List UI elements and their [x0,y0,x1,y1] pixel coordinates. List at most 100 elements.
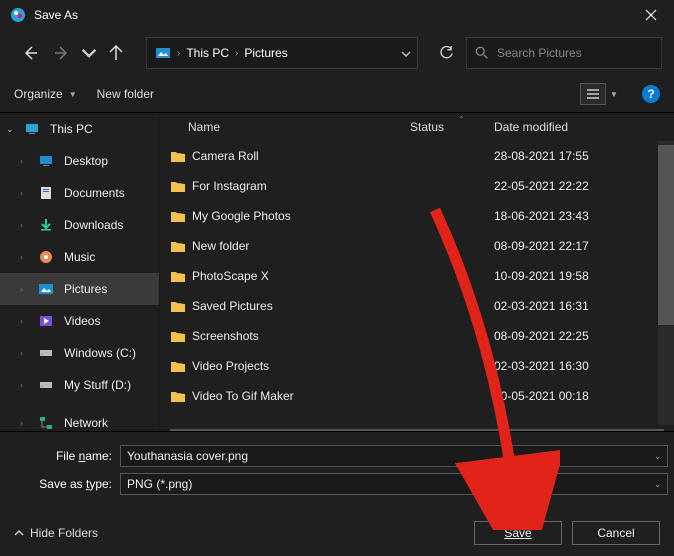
help-button[interactable]: ? [642,85,660,103]
file-list: Name ⌃ Status Date modified Camera Roll2… [160,113,674,431]
desktop-icon [38,153,54,169]
drive-icon [38,345,54,361]
filename-input[interactable]: Youthanasia cover.png ⌄ [120,445,668,467]
pictures-icon [38,281,54,297]
save-form: File name: Youthanasia cover.png ⌄ Save … [0,432,674,498]
tree-label: Music [64,250,95,264]
file-name: Video Projects [192,359,410,373]
file-name: New folder [192,239,410,253]
file-row[interactable]: Saved Pictures02-03-2021 16:31 [170,291,658,321]
column-date[interactable]: Date modified [494,120,674,134]
file-row[interactable]: Video Projects 02-03-2021 16:30 [170,351,658,381]
close-icon [645,9,657,21]
file-row[interactable]: Camera Roll28-08-2021 17:55 [170,141,658,171]
refresh-button[interactable] [430,37,462,69]
documents-icon [38,185,54,201]
folder-icon [170,389,192,403]
tree-item-documents[interactable]: › Documents [0,177,159,209]
hide-folders-label: Hide Folders [30,526,98,540]
tree-label: Videos [64,314,100,328]
tree-item-network[interactable]: › Network [0,407,159,431]
up-button[interactable] [102,39,130,67]
organize-menu[interactable]: Organize ▼ [14,87,77,101]
address-dropdown[interactable] [401,46,411,60]
savetype-value: PNG (*.png) [127,477,192,491]
tree-item-downloads[interactable]: ›Downloads [0,209,159,241]
close-button[interactable] [628,0,674,30]
tree-item-desktop[interactable]: › Desktop [0,145,159,177]
tree-label: Documents [64,186,125,200]
chevron-right-icon: › [20,348,34,358]
search-icon [475,46,489,60]
folder-icon [170,179,192,193]
tree-label: Windows (C:) [64,346,136,360]
column-status[interactable]: Status [410,120,494,134]
scrollbar-thumb[interactable] [658,145,674,325]
file-date: 22-05-2021 22:22 [494,179,658,193]
columns-header: Name ⌃ Status Date modified [160,113,674,141]
tree-item-videos[interactable]: ›Videos [0,305,159,337]
cancel-button[interactable]: Cancel [572,521,660,545]
folder-icon [170,149,192,163]
file-date: 02-03-2021 16:31 [494,299,658,313]
save-label: Save [504,526,531,540]
chevron-down-icon: ⌄ [6,124,20,135]
back-button[interactable] [16,39,44,67]
chevron-right-icon: › [20,188,34,198]
file-date: 02-03-2021 16:30 [494,359,658,373]
file-row[interactable]: Video To Gif Maker 20-05-2021 00:18 [170,381,658,411]
help-icon: ? [647,87,654,101]
tree-item-my-stuff-d-[interactable]: ›My Stuff (D:) [0,369,159,401]
tree-label: My Stuff (D:) [64,378,131,392]
savetype-select[interactable]: PNG (*.png) ⌄ [120,473,668,495]
pc-icon [24,121,40,137]
folder-icon [170,209,192,223]
tree-item-pictures[interactable]: ›Pictures [0,273,159,305]
file-name: Video To Gif Maker [192,389,410,403]
cancel-label: Cancel [597,526,634,540]
column-name[interactable]: Name [160,120,410,134]
vertical-scrollbar[interactable] [658,141,674,425]
new-folder-button[interactable]: New folder [97,87,154,101]
toolbar: Organize ▼ New folder ▼ ? [0,76,674,112]
downloads-icon [38,217,54,233]
hide-folders-toggle[interactable]: Hide Folders [14,526,98,540]
arrow-up-icon [108,45,124,61]
search-placeholder: Search Pictures [497,46,582,60]
search-input[interactable]: Search Pictures [466,37,662,69]
horizontal-scroll-indicator [170,429,664,431]
music-icon [38,249,54,265]
tree-label: Desktop [64,154,108,168]
file-row[interactable]: New folder08-09-2021 22:17 [170,231,658,261]
breadcrumb-thispc[interactable]: This PC [186,46,229,60]
view-mode-button[interactable] [580,83,606,105]
new-folder-label: New folder [97,87,154,101]
recent-dropdown[interactable] [80,39,98,67]
titlebar: Save As [0,0,674,30]
file-row[interactable]: PhotoScape X10-09-2021 19:58 [170,261,658,291]
save-button[interactable]: Save [474,521,562,545]
tree-item-music[interactable]: › Music [0,241,159,273]
breadcrumb-label: This PC [186,46,229,60]
file-date: 20-05-2021 00:18 [494,389,658,403]
tree-item-windows-c-[interactable]: › Windows (C:) [0,337,159,369]
chevron-down-icon[interactable]: ⌄ [654,480,661,489]
chevron-right-icon: › [177,48,180,59]
forward-button[interactable] [48,39,76,67]
chevron-down-icon[interactable]: ⌄ [654,452,661,461]
file-row[interactable]: My Google Photos18-06-2021 23:43 [170,201,658,231]
savetype-label: Save as type: [0,477,120,491]
chevron-right-icon: › [20,156,34,166]
folder-icon [170,239,192,253]
tree-root-thispc[interactable]: ⌄ This PC [0,113,159,145]
videos-icon [38,313,54,329]
file-row[interactable]: For Instagram22-05-2021 22:22 [170,171,658,201]
file-row[interactable]: Screenshots08-09-2021 22:25 [170,321,658,351]
address-bar[interactable]: › This PC › Pictures [146,37,418,69]
tree-label: Pictures [64,282,107,296]
view-mode-dropdown[interactable]: ▼ [606,83,622,105]
tree-label: Downloads [64,218,123,232]
chevron-right-icon: › [20,252,34,262]
breadcrumb-pictures[interactable]: Pictures [244,46,287,60]
chevron-right-icon: › [235,48,238,59]
